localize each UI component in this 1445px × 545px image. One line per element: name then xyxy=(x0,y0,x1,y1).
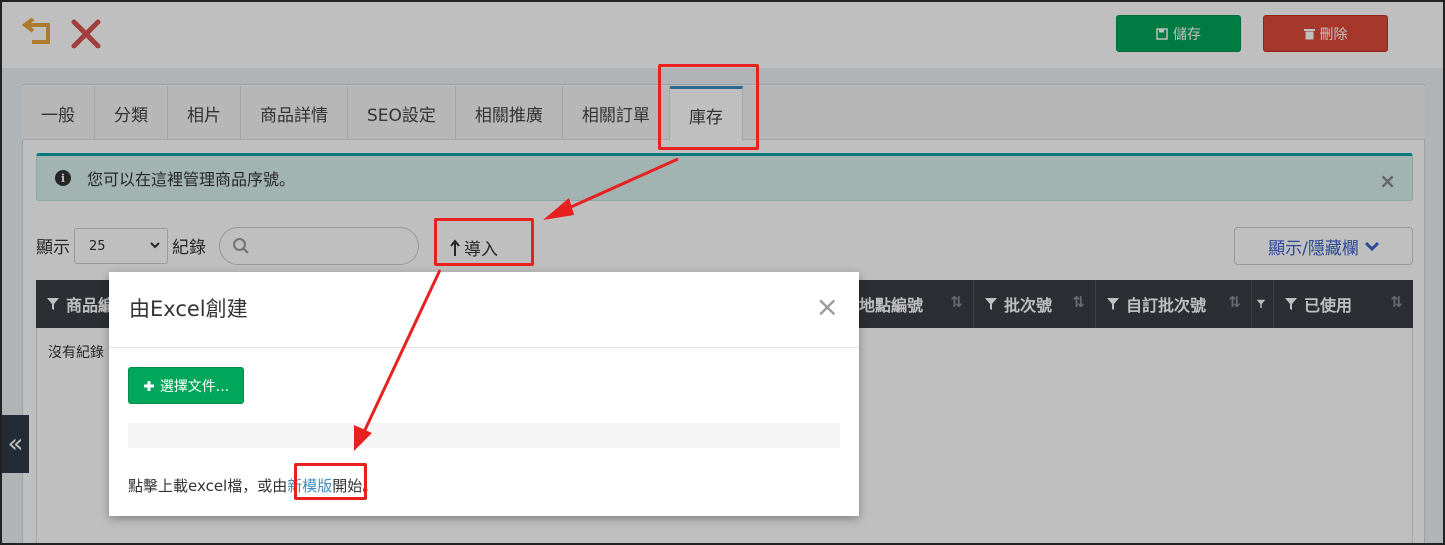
arrow-head xyxy=(543,198,574,220)
arrow-head xyxy=(354,425,372,451)
annotation-arrows xyxy=(354,157,679,451)
arrow-line xyxy=(362,269,442,433)
arrow-line xyxy=(561,157,679,213)
app-frame: 儲存 刪除 一般 分類 相片 商品詳情 SEO設定 相關推廣 相關訂單 庫存 i… xyxy=(0,0,1445,545)
